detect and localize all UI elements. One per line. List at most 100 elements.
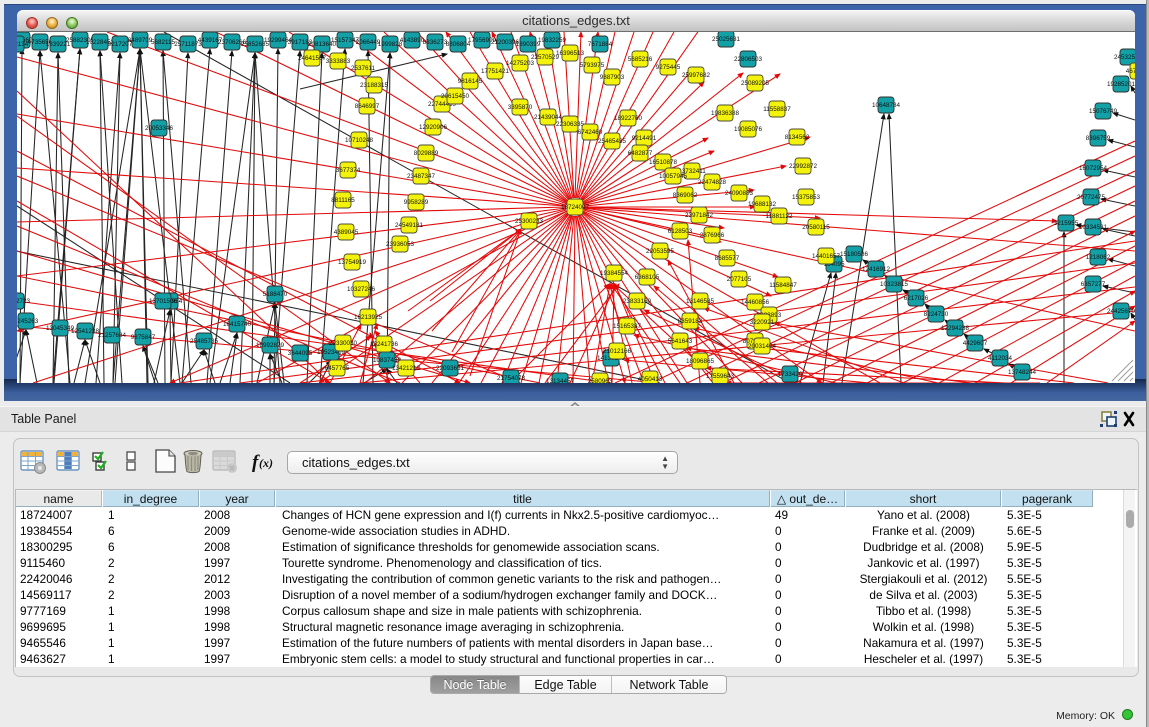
svg-text:5641643: 5641643 <box>668 338 693 345</box>
svg-text:21012166: 21012166 <box>603 348 632 355</box>
svg-text:2876966: 2876966 <box>700 232 725 239</box>
svg-text:8029889: 8029889 <box>414 150 439 157</box>
svg-text:4143890: 4143890 <box>400 37 425 44</box>
svg-text:22053595: 22053595 <box>646 248 675 255</box>
svg-text:7671884: 7671884 <box>588 41 613 48</box>
svg-text:20615450: 20615450 <box>441 93 470 100</box>
svg-text:17751421: 17751421 <box>481 68 510 75</box>
svg-text:3395870: 3395870 <box>508 104 533 111</box>
svg-text:13701506: 13701506 <box>149 298 178 305</box>
svg-text:10334531: 10334531 <box>1079 224 1108 231</box>
svg-text:1733426: 1733426 <box>778 371 803 378</box>
svg-text:11881122: 11881122 <box>765 213 793 220</box>
svg-text:19085076: 19085076 <box>734 126 763 133</box>
svg-text:16213925: 16213925 <box>354 314 383 321</box>
svg-text:22330030: 22330030 <box>329 340 358 347</box>
svg-text:8811165: 8811165 <box>331 197 355 204</box>
svg-text:2580963: 2580963 <box>588 378 613 383</box>
svg-text:20372723: 20372723 <box>17 298 30 305</box>
svg-text:16396513: 16396513 <box>556 50 585 57</box>
svg-text:8224730: 8224730 <box>924 311 949 318</box>
svg-text:19384554: 19384554 <box>600 270 629 277</box>
svg-text:23971842: 23971842 <box>685 212 714 219</box>
svg-text:3644095: 3644095 <box>288 350 313 357</box>
svg-text:25300233: 25300233 <box>515 218 544 225</box>
svg-text:21754078: 21754078 <box>497 375 526 382</box>
svg-text:20053346: 20053346 <box>145 125 174 132</box>
svg-text:10648784: 10648784 <box>872 102 901 109</box>
svg-text:4245263: 4245263 <box>17 318 39 325</box>
svg-text:25465435: 25465435 <box>598 138 627 145</box>
svg-text:24532561: 24532561 <box>1114 54 1135 61</box>
svg-text:13421212: 13421212 <box>392 365 421 372</box>
svg-text:22806503: 22806503 <box>734 56 763 63</box>
svg-text:6357277: 6357277 <box>1081 281 1106 288</box>
svg-text:18724007: 18724007 <box>561 204 590 211</box>
svg-text:4679214: 4679214 <box>1126 68 1135 75</box>
svg-text:1218062: 1218062 <box>1086 254 1111 261</box>
svg-text:22474828: 22474828 <box>698 179 727 186</box>
svg-text:13146585: 13146585 <box>686 298 715 305</box>
svg-text:9214491: 9214491 <box>632 135 657 142</box>
svg-text:(x): (x) <box>259 456 273 470</box>
svg-text:5793975: 5793975 <box>580 62 605 69</box>
svg-text:23188315: 23188315 <box>360 82 389 89</box>
svg-text:9887903: 9887903 <box>600 74 625 81</box>
svg-text:12294238: 12294238 <box>941 325 970 332</box>
svg-text:15180586: 15180586 <box>840 251 869 258</box>
svg-text:25025631: 25025631 <box>712 36 741 43</box>
svg-text:8336273: 8336273 <box>423 39 448 46</box>
svg-text:3215955: 3215955 <box>1054 220 1079 227</box>
svg-text:16072954: 16072954 <box>1079 165 1108 172</box>
svg-text:24090883: 24090883 <box>725 190 754 197</box>
svg-text:11558837: 11558837 <box>763 106 791 113</box>
svg-text:24549181: 24549181 <box>395 222 424 229</box>
svg-text:6457765: 6457765 <box>325 365 350 372</box>
svg-text:8369062: 8369062 <box>673 192 698 199</box>
svg-text:6742460: 6742460 <box>578 129 603 136</box>
svg-text:4429607: 4429607 <box>963 340 988 347</box>
svg-text:11584847: 11584847 <box>769 282 797 289</box>
svg-text:4112034: 4112034 <box>988 355 1013 362</box>
svg-text:14401657: 14401657 <box>812 253 841 260</box>
svg-text:9816145: 9816145 <box>458 78 483 85</box>
svg-text:5682115: 5682115 <box>151 39 176 46</box>
svg-text:19832259: 19832259 <box>538 37 567 44</box>
svg-text:9958289: 9958289 <box>404 199 429 206</box>
svg-text:12920906: 12920906 <box>419 124 448 131</box>
svg-text:15076749: 15076749 <box>1089 108 1118 115</box>
svg-text:2537611: 2537611 <box>351 65 376 72</box>
svg-text:3220921: 3220921 <box>750 319 775 326</box>
svg-text:10837430: 10837430 <box>373 357 402 364</box>
svg-text:15375853: 15375853 <box>792 194 821 201</box>
svg-text:13754919: 13754919 <box>338 259 367 266</box>
svg-text:3677374: 3677374 <box>336 167 361 174</box>
svg-text:8489709: 8489709 <box>128 37 153 44</box>
svg-text:17559643: 17559643 <box>706 373 735 380</box>
svg-text:8396759: 8396759 <box>1086 135 1111 142</box>
svg-text:21439044: 21439044 <box>534 114 563 121</box>
svg-text:22093651: 22093651 <box>436 365 465 372</box>
svg-text:12541238: 12541238 <box>71 328 100 335</box>
svg-text:6368105: 6368105 <box>635 274 660 281</box>
svg-text:22306335: 22306335 <box>556 121 585 128</box>
svg-text:15165337: 15165337 <box>613 323 642 330</box>
svg-text:25485735: 25485735 <box>190 338 219 345</box>
svg-text:12416912: 12416912 <box>862 266 891 273</box>
svg-text:5188470: 5188470 <box>263 291 288 298</box>
svg-text:10710248: 10710248 <box>345 137 374 144</box>
svg-text:19688132: 19688132 <box>748 201 777 208</box>
svg-text:20031404: 20031404 <box>748 343 777 350</box>
svg-text:10323815: 10323815 <box>880 281 909 288</box>
svg-text:22992872: 22992872 <box>789 163 818 170</box>
svg-text:4050413: 4050413 <box>638 376 663 383</box>
svg-text:20580115: 20580115 <box>802 224 830 231</box>
svg-text:14275203: 14275203 <box>506 60 535 67</box>
svg-text:16510878: 16510878 <box>649 159 678 166</box>
svg-text:24641507: 24641507 <box>298 55 327 62</box>
svg-text:8646997: 8646997 <box>355 103 380 110</box>
svg-text:6217026: 6217026 <box>904 295 929 302</box>
svg-text:8134562: 8134562 <box>785 134 810 141</box>
svg-text:7452134: 7452134 <box>17 41 29 48</box>
svg-text:13748244: 13748244 <box>1008 369 1037 376</box>
